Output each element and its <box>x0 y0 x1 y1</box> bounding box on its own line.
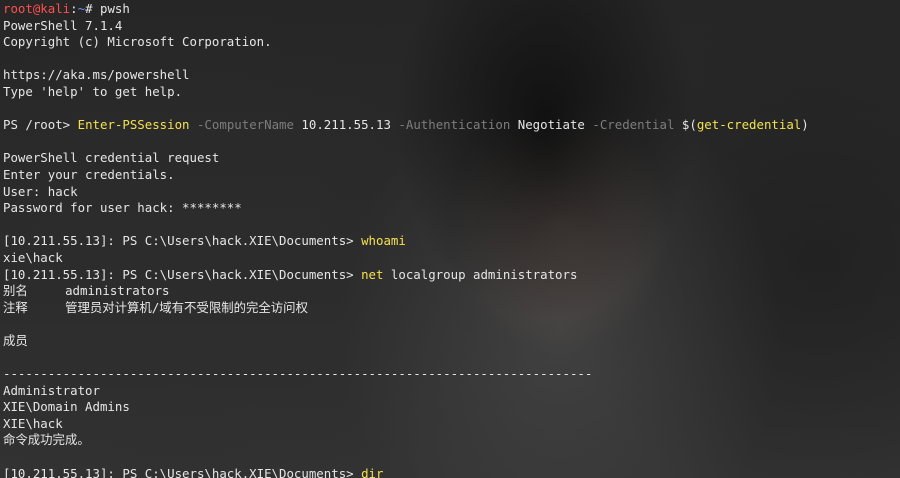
terminal-text-segment: localgroup administrators <box>383 266 578 282</box>
terminal-window[interactable]: root@kali:~# pwsh PowerShell 7.1.4 Copyrig… <box>0 0 900 478</box>
terminal-line: PowerShell 7.1.4 <box>3 18 809 35</box>
terminal-text-segment: Enter-PSSession <box>77 117 190 133</box>
terminal-text-segment: 命令成功完成。 <box>3 432 90 448</box>
terminal-text-segment: Password for user hack: ******** <box>3 200 242 216</box>
terminal-line: 别名 administrators <box>3 283 809 300</box>
terminal-text-segment: PowerShell credential request <box>3 150 220 166</box>
terminal-line: PowerShell credential request <box>3 150 809 167</box>
terminal-line: root@kali:~# pwsh <box>3 1 809 18</box>
terminal-text-segment: whoami <box>361 233 406 249</box>
terminal-line: XIE\Domain Admins <box>3 399 809 416</box>
terminal-line: https://aka.ms/powershell <box>3 67 809 84</box>
terminal-text-segment: 别名 administrators <box>3 283 170 299</box>
terminal-text-segment: # pwsh <box>85 1 130 16</box>
terminal-text-segment: get-credential <box>696 117 802 133</box>
terminal-text-segment: 10.211.55.13 <box>293 117 391 133</box>
terminal-text-segment: [10.211.55.13]: PS C:\Users\hack.XIE\Doc… <box>3 233 362 249</box>
terminal-text-segment: [10.211.55.13]: PS C:\Users\hack.XIE\Doc… <box>3 266 362 282</box>
terminal-line: xie\hack <box>3 250 809 267</box>
terminal-text-segment: [10.211.55.13]: PS C:\Users\hack.XIE\Doc… <box>3 465 362 478</box>
terminal-text-segment: net <box>361 266 384 282</box>
terminal-text-segment: -ComputerName <box>189 117 294 133</box>
terminal-text-segment: PowerShell 7.1.4 <box>3 17 123 33</box>
terminal-text-segment: XIE\Domain Admins <box>3 399 130 415</box>
terminal-line: Administrator <box>3 383 809 400</box>
terminal-line: PS /root> Enter-PSSession -ComputerName … <box>3 117 809 134</box>
terminal-line: XIE\hack <box>3 416 809 433</box>
terminal-text-segment: xie\hack <box>3 249 63 265</box>
terminal-text-segment: Enter your credentials. <box>3 166 175 182</box>
terminal-text-segment: Administrator <box>3 382 100 398</box>
terminal-text-segment: -Authentication <box>390 117 511 133</box>
terminal-line: [10.211.55.13]: PS C:\Users\hack.XIE\Doc… <box>3 267 809 284</box>
terminal-line: ----------------------------------------… <box>3 366 809 383</box>
terminal-text-segment: User: hack <box>3 183 78 199</box>
terminal-text-segment: Type 'help' to get help. <box>3 83 183 99</box>
terminal-text-segment: Negotiate <box>510 117 585 133</box>
terminal-text-segment: https://aka.ms/powershell <box>3 67 190 83</box>
terminal-text-segment: 成员 <box>3 332 28 348</box>
terminal-line: 成员 <box>3 333 809 350</box>
terminal-text-segment: dir <box>361 465 384 478</box>
terminal-line: Copyright (c) Microsoft Corporation. <box>3 34 809 51</box>
terminal-line: Type 'help' to get help. <box>3 84 809 101</box>
terminal-text-segment: PS /root> <box>3 117 78 133</box>
terminal-text-segment: XIE\hack <box>3 415 63 431</box>
terminal-line: User: hack <box>3 184 809 201</box>
terminal-text-segment: root@kali <box>3 1 71 16</box>
terminal-line: [10.211.55.13]: PS C:\Users\hack.XIE\Doc… <box>3 233 809 250</box>
terminal-text-segment: : <box>70 1 78 16</box>
terminal-text-segment: Copyright (c) Microsoft Corporation. <box>3 34 272 50</box>
terminal-text-segment: ) <box>801 117 809 133</box>
terminal-line: 注释 管理员对计算机/域有不受限制的完全访问权 <box>3 300 809 317</box>
terminal-line: Enter your credentials. <box>3 167 809 184</box>
terminal-output: root@kali:~# pwsh PowerShell 7.1.4 Copyrig… <box>3 1 809 478</box>
terminal-line: 命令成功完成。 <box>3 432 809 449</box>
terminal-text-segment: ~ <box>77 1 86 16</box>
terminal-line: Password for user hack: ******** <box>3 200 809 217</box>
terminal-text-segment: -Credential <box>584 117 675 133</box>
terminal-text-segment: $( <box>674 117 697 133</box>
terminal-text-segment: ----------------------------------------… <box>3 366 593 382</box>
terminal-line: [10.211.55.13]: PS C:\Users\hack.XIE\Doc… <box>3 466 809 478</box>
terminal-text-segment: 注释 管理员对计算机/域有不受限制的完全访问权 <box>3 299 308 315</box>
